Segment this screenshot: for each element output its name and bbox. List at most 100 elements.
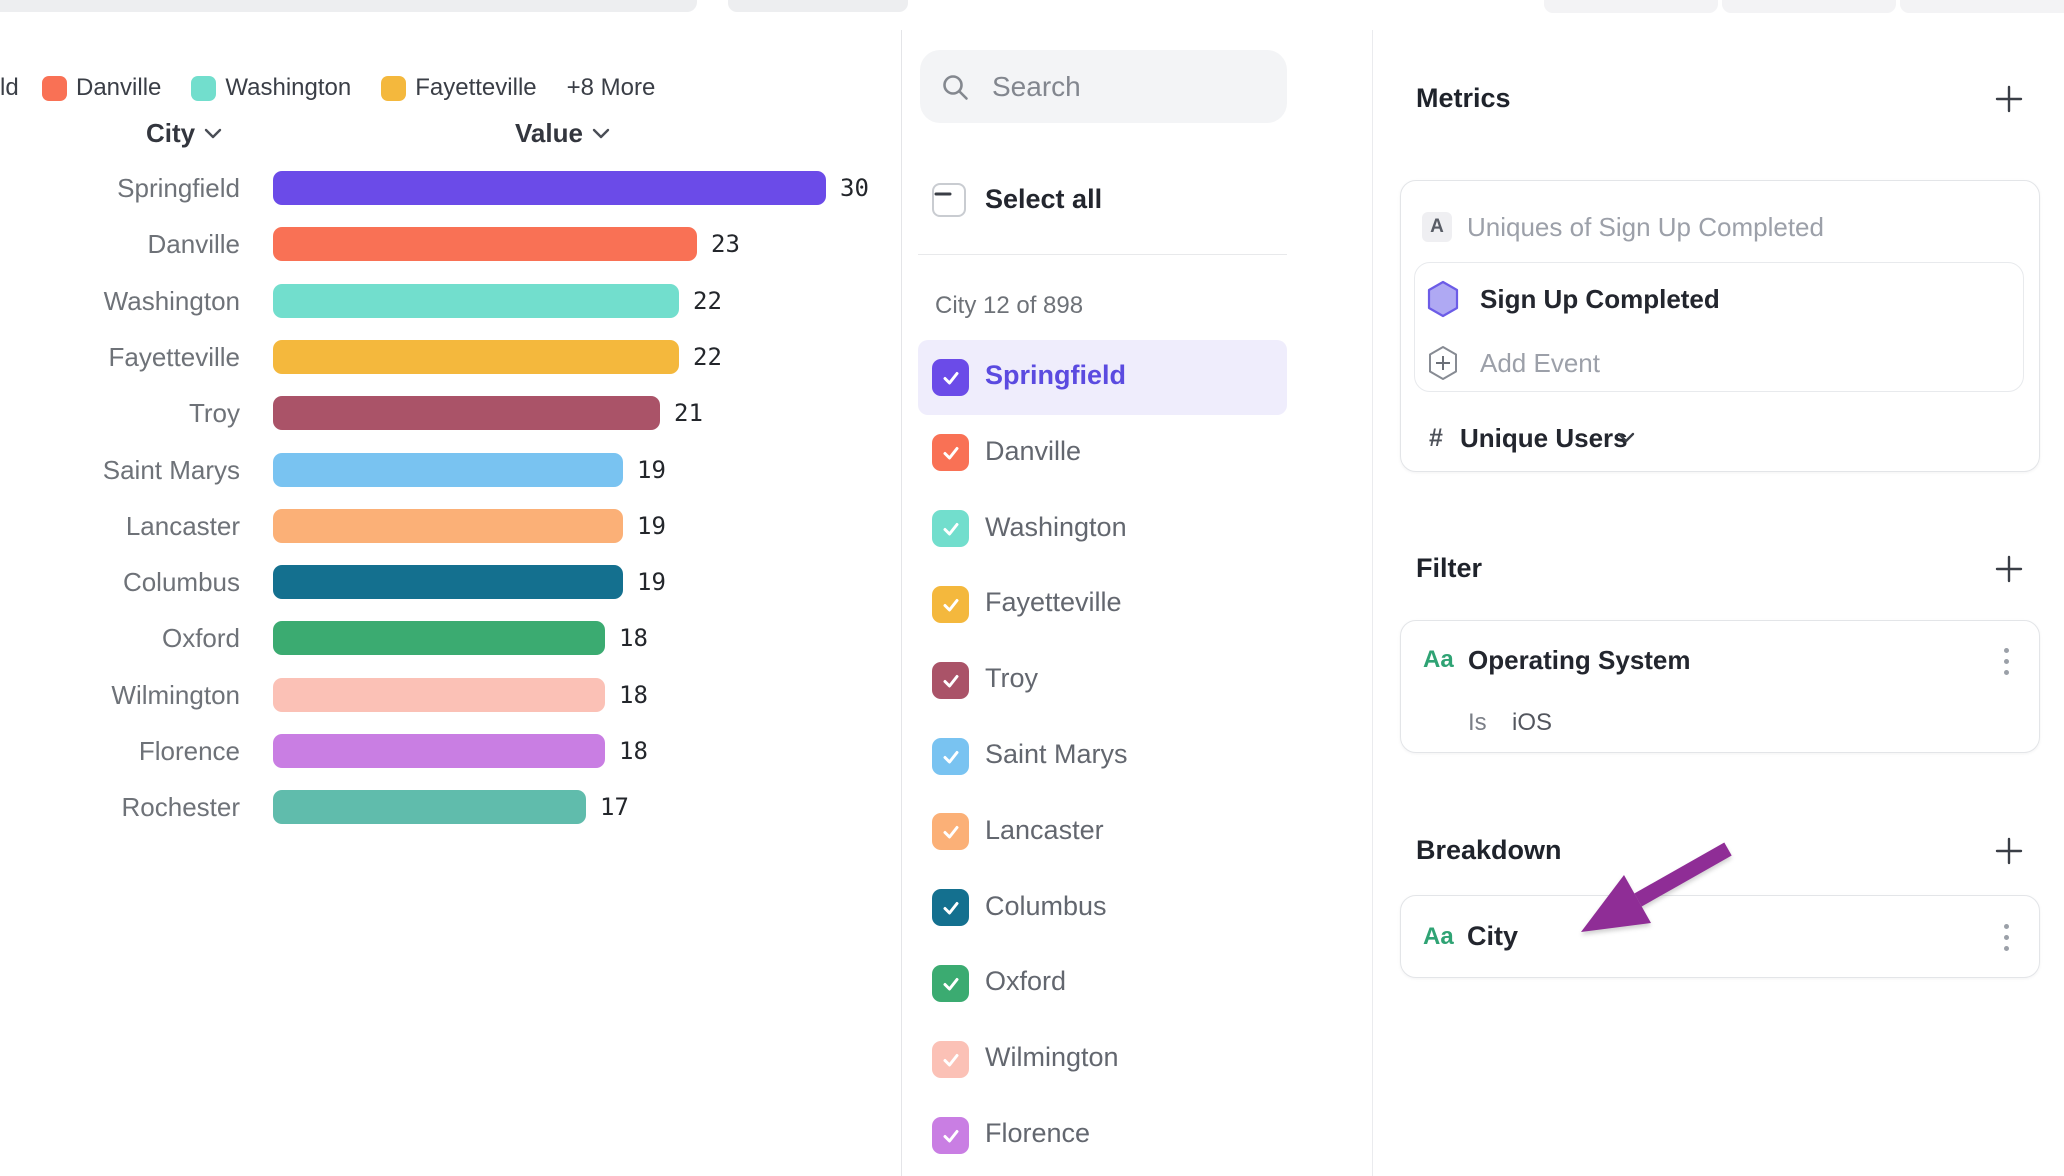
city-checkbox[interactable]	[932, 586, 969, 623]
bar[interactable]	[273, 396, 660, 430]
bar-category-label: Lancaster	[0, 509, 240, 543]
breakdown-property[interactable]: City	[1467, 921, 1518, 952]
city-list-label[interactable]: Troy	[985, 663, 1038, 694]
check-icon	[940, 1049, 962, 1071]
bar[interactable]	[273, 509, 623, 543]
bar[interactable]	[273, 565, 623, 599]
measure-hash-icon: #	[1429, 424, 1443, 453]
filter-section-title: Filter	[1416, 553, 1482, 584]
legend-swatch	[191, 76, 216, 101]
bar-value: 22	[693, 340, 722, 374]
city-list-label[interactable]: Washington	[985, 512, 1127, 543]
city-checkbox[interactable]	[932, 813, 969, 850]
check-icon	[940, 518, 962, 540]
search-icon	[940, 72, 970, 102]
city-list-label[interactable]: Saint Marys	[985, 739, 1128, 770]
filter-value[interactable]: iOS	[1512, 709, 1552, 737]
bar-category-label: Florence	[0, 734, 240, 768]
bar-category-label: Saint Marys	[0, 453, 240, 487]
metric-letter-badge: A	[1422, 212, 1452, 242]
city-checkbox[interactable]	[932, 738, 969, 775]
top-tab-segment[interactable]	[1544, 0, 1718, 13]
legend-label: Danville	[76, 74, 161, 102]
select-all-checkbox[interactable]	[932, 183, 966, 217]
column-header-city[interactable]: City	[146, 117, 222, 149]
add-breakdown-button[interactable]	[1994, 836, 2024, 866]
bar-value: 23	[711, 227, 740, 261]
filter-card[interactable]	[1400, 620, 2040, 753]
check-icon	[940, 973, 962, 995]
city-checkbox[interactable]	[932, 510, 969, 547]
city-list-label[interactable]: Columbus	[985, 891, 1107, 922]
select-all-label[interactable]: Select all	[985, 184, 1102, 215]
add-filter-button[interactable]	[1994, 554, 2024, 584]
city-list-label[interactable]: Wilmington	[985, 1042, 1119, 1073]
top-tab-segment[interactable]	[1722, 0, 1896, 13]
bar[interactable]	[273, 621, 605, 655]
bar-value: 18	[619, 734, 648, 768]
add-metric-button[interactable]	[1994, 84, 2024, 114]
search-input[interactable]	[992, 71, 1272, 103]
bar[interactable]	[273, 340, 679, 374]
bar-category-label: Troy	[0, 396, 240, 430]
legend-swatch	[381, 76, 406, 101]
bar[interactable]	[273, 790, 586, 824]
list-count-label: City 12 of 898	[935, 292, 1083, 320]
top-tab-segment[interactable]	[1900, 0, 2064, 13]
city-checkbox[interactable]	[932, 1041, 969, 1078]
column-header-value-label: Value	[515, 118, 583, 149]
search-box[interactable]	[920, 50, 1287, 123]
bar[interactable]	[273, 453, 623, 487]
check-icon	[940, 367, 962, 389]
city-checkbox[interactable]	[932, 1117, 969, 1154]
event-hexagon-icon	[1426, 280, 1460, 318]
divider-chart-selector	[901, 30, 902, 1176]
measure-selector[interactable]: Unique Users	[1460, 423, 1628, 454]
add-event-button[interactable]: Add Event	[1480, 348, 1600, 379]
toolbar-remnant-left	[0, 0, 697, 12]
city-list-label[interactable]: Florence	[985, 1118, 1090, 1149]
breakdown-section-title: Breakdown	[1416, 835, 1562, 866]
bar-category-label: Washington	[0, 284, 240, 318]
bar[interactable]	[273, 284, 679, 318]
add-event-hexagon-icon	[1427, 345, 1459, 381]
bar[interactable]	[273, 171, 826, 205]
bar-value: 19	[637, 565, 666, 599]
city-checkbox[interactable]	[932, 965, 969, 1002]
bar-value: 19	[637, 509, 666, 543]
breakdown-kebab-menu[interactable]	[2000, 920, 2013, 955]
bar-category-label: Rochester	[0, 790, 240, 824]
event-name[interactable]: Sign Up Completed	[1480, 284, 1720, 315]
filter-kebab-menu[interactable]	[2000, 644, 2013, 679]
city-checkbox[interactable]	[932, 889, 969, 926]
filter-property[interactable]: Operating System	[1468, 645, 1691, 676]
chevron-down-icon[interactable]	[1617, 432, 1635, 443]
bar[interactable]	[273, 678, 605, 712]
bar[interactable]	[273, 227, 697, 261]
toolbar-remnant-mid	[728, 0, 908, 12]
divider-selector-panel	[1372, 30, 1373, 1176]
bar[interactable]	[273, 734, 605, 768]
bar-category-label: Danville	[0, 227, 240, 261]
bar-value: 19	[637, 453, 666, 487]
filter-operator[interactable]: Is	[1468, 709, 1487, 737]
column-header-value[interactable]: Value	[515, 117, 610, 149]
legend-label: Washington	[225, 74, 351, 102]
metrics-section-title: Metrics	[1416, 83, 1511, 114]
bar-value: 18	[619, 621, 648, 655]
annotation-arrow	[1560, 830, 1760, 960]
city-list-label[interactable]: Danville	[985, 436, 1081, 467]
city-list-label[interactable]: Lancaster	[985, 815, 1104, 846]
check-icon	[940, 1125, 962, 1147]
legend-item: Fayetteville	[381, 74, 536, 102]
city-list-label[interactable]: Springfield	[985, 360, 1126, 391]
city-checkbox[interactable]	[932, 359, 969, 396]
bar-category-label: Fayetteville	[0, 340, 240, 374]
bar-category-label: Columbus	[0, 565, 240, 599]
bar-value: 30	[840, 171, 869, 205]
city-list-label[interactable]: Oxford	[985, 966, 1066, 997]
city-checkbox[interactable]	[932, 434, 969, 471]
city-list-label[interactable]: Fayetteville	[985, 587, 1122, 618]
city-checkbox[interactable]	[932, 662, 969, 699]
legend-more-button[interactable]: +8 More	[567, 74, 656, 102]
